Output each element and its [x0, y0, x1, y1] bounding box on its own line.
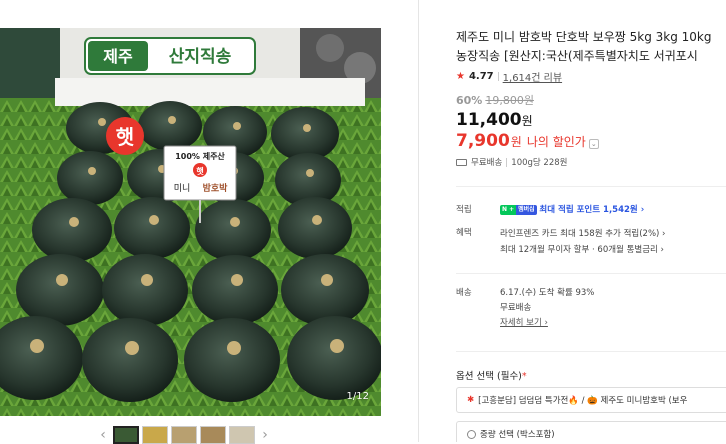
- delivery-fee: 무료배송: [500, 303, 532, 313]
- rating-separator: [497, 72, 499, 81]
- benefits-key: 혜택: [456, 228, 472, 238]
- arrival-estimate: 6.17.(수) 도착 확률 93%: [500, 288, 595, 298]
- option-label-text: 옵션 선택 (필수): [456, 371, 522, 382]
- card-line2: 미니: [174, 183, 191, 194]
- badge-right: 멤버십: [516, 204, 537, 215]
- option-2-text: 중량 선택 (박스포함): [480, 430, 555, 440]
- pane-divider: [418, 0, 419, 442]
- radio-circle-icon: [467, 429, 476, 439]
- product-title-line2: 농장직송 [원산지:국산(제주특별자치도 서귀포시: [456, 49, 698, 63]
- sale-price-unit: 원: [521, 114, 533, 128]
- delivery-detail-link[interactable]: 자세히 보기 ›: [500, 318, 548, 328]
- sign-left-text: 제주: [103, 47, 133, 66]
- points-key: 적립: [456, 205, 472, 215]
- thumbnail-3[interactable]: [171, 426, 197, 444]
- thumbnail-5[interactable]: [229, 426, 255, 444]
- option-select-2[interactable]: 중량 선택 (박스포함): [456, 421, 726, 442]
- thumbnail-4[interactable]: [200, 426, 226, 444]
- shipping-summary: 무료배송 100g당 228원: [456, 156, 567, 168]
- thumbnail-strip: ‹ ›: [96, 426, 272, 444]
- original-price: 19,800원: [485, 94, 534, 107]
- section-divider: [456, 273, 726, 274]
- new-harvest-badge-text: 햇: [116, 125, 134, 149]
- star-icon: ★: [456, 71, 465, 82]
- option-select-1[interactable]: ✱ [고흥분담] 덤덤덤 특가전🔥 / 🎃 제주도 미니밤호박 (보우: [456, 387, 726, 413]
- my-discount-price[interactable]: 7,900 원 나의 할인가 ⌄: [456, 131, 599, 151]
- rating-score: 4.77: [468, 71, 494, 82]
- card-benefit-link[interactable]: 라인프렌즈 카드 최대 158원 추가 적립(2%) ›: [500, 229, 665, 239]
- my-price-value: 7,900: [456, 131, 510, 151]
- sale-price: 11,400원: [456, 110, 533, 130]
- shipping-separator: [506, 157, 508, 167]
- pumpkin-photo: 제주 산지직송 햇 100% 제주산 햇 미니 밤호박: [0, 28, 381, 416]
- benefits-value: 라인프렌즈 카드 최대 158원 추가 적립(2%) › 최대 12개월 무이자…: [500, 226, 665, 258]
- product-title: 제주도 미니 밤호박 단호박 보우짱 5kg 3kg 10kg 농장직송 [원산…: [456, 28, 726, 66]
- option-1-text: [고흥분담] 덤덤덤 특가전🔥 / 🎃 제주도 미니밤호박 (보우: [478, 396, 688, 406]
- product-gallery: 제주 산지직송 햇 100% 제주산 햇 미니 밤호박 1/12 ‹ ›: [0, 0, 420, 444]
- section-divider: [456, 186, 726, 187]
- rating-row: ★ 4.77 1,614건 리뷰: [456, 69, 562, 84]
- discount-percent: 60%: [456, 94, 483, 107]
- delivery-key: 배송: [456, 288, 472, 298]
- unit-price: 100g당 228원: [511, 158, 568, 168]
- option-label: 옵션 선택 (필수)*: [456, 368, 527, 382]
- section-divider: [456, 351, 726, 352]
- pin-icon: ✱: [467, 395, 475, 405]
- required-mark: *: [521, 371, 527, 382]
- image-counter: 1/12: [346, 391, 369, 402]
- max-points-link[interactable]: 최대 적립 포인트 1,542원 ›: [539, 205, 644, 215]
- badge-left: N +: [500, 204, 517, 215]
- my-price-unit: 원: [510, 135, 522, 149]
- delivery-value: 6.17.(수) 도착 확률 93% 무료배송 자세히 보기 ›: [500, 286, 594, 331]
- next-thumbnail-icon[interactable]: ›: [258, 427, 272, 443]
- card-line1: 100% 제주산: [175, 151, 225, 161]
- chevron-down-icon[interactable]: ⌄: [588, 139, 599, 149]
- sale-price-value: 11,400: [456, 110, 522, 130]
- prev-thumbnail-icon[interactable]: ‹: [96, 427, 110, 443]
- my-price-label: 나의 할인가: [526, 135, 586, 149]
- card-badge-text: 햇: [196, 166, 204, 176]
- installment-benefit-link[interactable]: 최대 12개월 무이자 할부 · 60개월 통별금리 ›: [500, 245, 664, 255]
- thumbnail-1[interactable]: [113, 426, 139, 444]
- main-product-image[interactable]: 제주 산지직송 햇 100% 제주산 햇 미니 밤호박 1/12: [0, 28, 381, 416]
- points-value: N + 멤버십 최대 적립 포인트 1,542원 ›: [500, 203, 644, 215]
- shipping-summary-text: 무료배송: [471, 158, 503, 168]
- truck-icon: [456, 158, 467, 166]
- card-line3: 밤호박: [203, 182, 229, 194]
- discount-row: 60% 19,800원: [456, 92, 534, 108]
- product-info: 제주도 미니 밤호박 단호박 보우짱 5kg 3kg 10kg 농장직송 [원산…: [456, 0, 726, 442]
- naver-plus-badge: N + 멤버십: [500, 204, 537, 215]
- review-count-link[interactable]: 1,614건 리뷰: [503, 69, 562, 84]
- sign-right-text: 산지직송: [169, 47, 232, 67]
- product-title-line1: 제주도 미니 밤호박 단호박 보우짱 5kg 3kg 10kg: [456, 30, 712, 44]
- thumbnail-2[interactable]: [142, 426, 168, 444]
